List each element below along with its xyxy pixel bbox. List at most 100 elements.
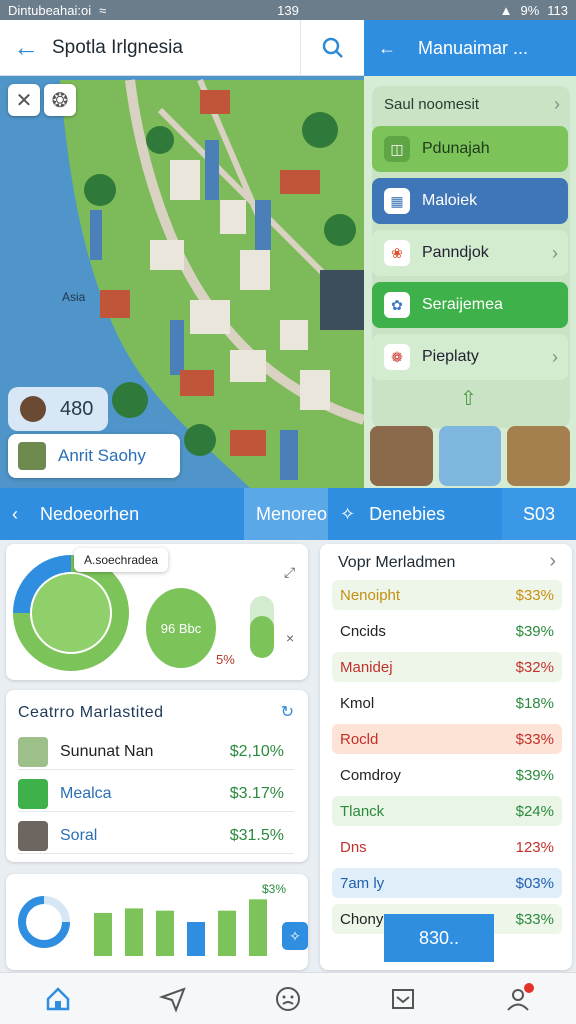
thumbnail-image[interactable]	[438, 426, 502, 486]
row-label: Soral	[60, 826, 98, 844]
table-row[interactable]: Kmol $18%	[332, 688, 562, 718]
row-label: Tlanck	[340, 802, 385, 820]
sub-header-title: Nedoeorhen	[40, 503, 140, 524]
search-icon	[322, 37, 343, 58]
list-item[interactable]: ❀ Panndjok ›	[372, 230, 568, 276]
bar[interactable]	[94, 912, 112, 956]
row-label: Nenoipht	[340, 586, 401, 604]
row-value: $03%	[515, 874, 554, 892]
list-item-label: Pdunajah	[422, 140, 490, 157]
chevron-right-icon: ›	[552, 242, 558, 263]
overlay-value-button[interactable]: 830..	[384, 914, 494, 962]
row-value: $32%	[515, 658, 554, 676]
table-row[interactable]: Manidej $32%	[332, 652, 562, 682]
list-card-title: Ceatrro Marlastited	[18, 704, 164, 721]
nav-profile[interactable]	[498, 979, 538, 1019]
bar[interactable]	[156, 910, 174, 956]
row-label: Manidej	[340, 658, 393, 676]
bar[interactable]	[187, 922, 205, 956]
right-panel-title: Manuaimar ...	[418, 37, 529, 58]
chart-card: A.soechradea 96 Bbc 5% ⤢ ×	[6, 544, 308, 680]
right-panel-list: Saul noomesit › ◫ Pdunajah ▦ Maloiek ❀ P…	[372, 86, 570, 428]
sub-header-value[interactable]: S03	[502, 488, 576, 540]
row-thumbnail	[18, 736, 48, 767]
row-thumbnail	[18, 778, 48, 809]
list-card: Ceatrro Marlastited ↻ Sununat Nan $2,10%…	[6, 690, 308, 862]
chevron-right-icon[interactable]: ›	[554, 94, 560, 115]
row-label: Sununat Nan	[60, 742, 154, 760]
row-value: $18%	[515, 694, 554, 712]
row-value: $39%	[515, 622, 554, 640]
back-arrow-icon[interactable]: ←	[0, 32, 52, 63]
list-item-label: Panndjok	[422, 244, 489, 261]
back-chevron-icon[interactable]: ‹	[12, 504, 18, 525]
thumbnail-image[interactable]	[370, 426, 433, 486]
table-row[interactable]: Rocld $33%	[332, 724, 562, 754]
score-chip[interactable]: 480	[8, 387, 108, 431]
search-title[interactable]: Spotla Irlgnesia	[52, 37, 300, 59]
list-item[interactable]: ▦ Maloiek	[372, 178, 568, 224]
search-button[interactable]	[300, 19, 364, 76]
chevron-right-icon: ›	[552, 346, 558, 367]
table-row[interactable]: 7am ly $03%	[332, 868, 562, 898]
nav-face[interactable]	[268, 979, 308, 1019]
chart-tooltip: A.soechradea	[74, 548, 169, 572]
sub-header-value-text: S03	[522, 503, 556, 524]
nav-inbox[interactable]	[383, 979, 423, 1019]
row-value: $33%	[515, 730, 554, 748]
table-row[interactable]: Sununat Nan $2,10%	[18, 734, 294, 770]
place-thumbnail	[18, 442, 46, 470]
table-row[interactable]: Nenoipht $33%	[332, 580, 562, 610]
signal-icon: ▲	[499, 2, 513, 18]
avatar	[20, 396, 46, 422]
close-icon[interactable]: ×	[286, 630, 294, 646]
status-bar: Dintubeahai:oi ≈ 139 ▲ 9% 113	[0, 0, 576, 20]
row-thumbnail	[18, 820, 48, 851]
refresh-icon[interactable]: ↻	[281, 702, 294, 722]
bag-icon: ◫	[384, 136, 410, 162]
tab-menu-label: Menoreo	[256, 503, 328, 524]
chevron-right-icon[interactable]: ›	[549, 550, 556, 573]
bar-chart[interactable]	[86, 884, 286, 964]
inner-circle-label: 96 Bbc	[160, 620, 202, 636]
bar[interactable]	[125, 908, 143, 956]
layers-icon[interactable]: ❂	[44, 84, 76, 116]
thumbnail-image[interactable]	[507, 426, 571, 486]
search-bar[interactable]: ← Spotla Irlgnesia	[0, 19, 364, 76]
close-icon[interactable]: ✕	[8, 84, 40, 116]
place-chip[interactable]: Anrit Saohy	[8, 434, 180, 478]
row-value: $24%	[515, 802, 554, 820]
expand-icon[interactable]: ⤢	[284, 564, 295, 581]
table-row[interactable]: Comdroy $39%	[332, 760, 562, 790]
bar[interactable]	[218, 910, 236, 956]
list-item[interactable]: ✿ Seraijemea	[372, 282, 568, 328]
table-row[interactable]: Mealca $3.17%	[18, 776, 294, 812]
table-row[interactable]: Cncids $39%	[332, 616, 562, 646]
row-label: Cncids	[340, 622, 386, 640]
row-label: Comdroy	[340, 766, 401, 784]
place-name: Anrit Saohy	[58, 446, 146, 465]
row-value: $2,10%	[229, 742, 284, 760]
status-right-text: 113	[547, 2, 568, 18]
inner-circle: 96 Bbc	[146, 588, 216, 668]
tab-menu[interactable]: Menoreo	[244, 488, 328, 540]
badge-icon[interactable]: ✧	[282, 922, 308, 950]
table-row[interactable]: Soral $31.5%	[18, 818, 294, 854]
row-label: Rocld	[340, 730, 379, 748]
send-icon	[158, 986, 186, 1013]
bar[interactable]	[249, 899, 267, 956]
list-item[interactable]: ❁ Pieplaty ›	[372, 334, 568, 380]
list-item[interactable]: ◫ Pdunajah	[372, 126, 568, 172]
donut-chart[interactable]	[14, 892, 74, 952]
table-row[interactable]: Dns 123%	[332, 832, 562, 862]
nav-send[interactable]	[153, 979, 193, 1019]
arrow-up-icon[interactable]: ⇧	[460, 386, 477, 411]
section-title: Saul noomesit	[384, 96, 480, 113]
table-row[interactable]: Tlanck $24%	[332, 796, 562, 826]
back-arrow-icon[interactable]: ←	[378, 38, 396, 59]
overlay-value: 830..	[418, 927, 460, 948]
document-icon: ▦	[384, 188, 410, 214]
nav-home[interactable]	[38, 979, 78, 1019]
score-value: 480	[60, 397, 94, 420]
row-value: $3.17%	[229, 784, 284, 802]
